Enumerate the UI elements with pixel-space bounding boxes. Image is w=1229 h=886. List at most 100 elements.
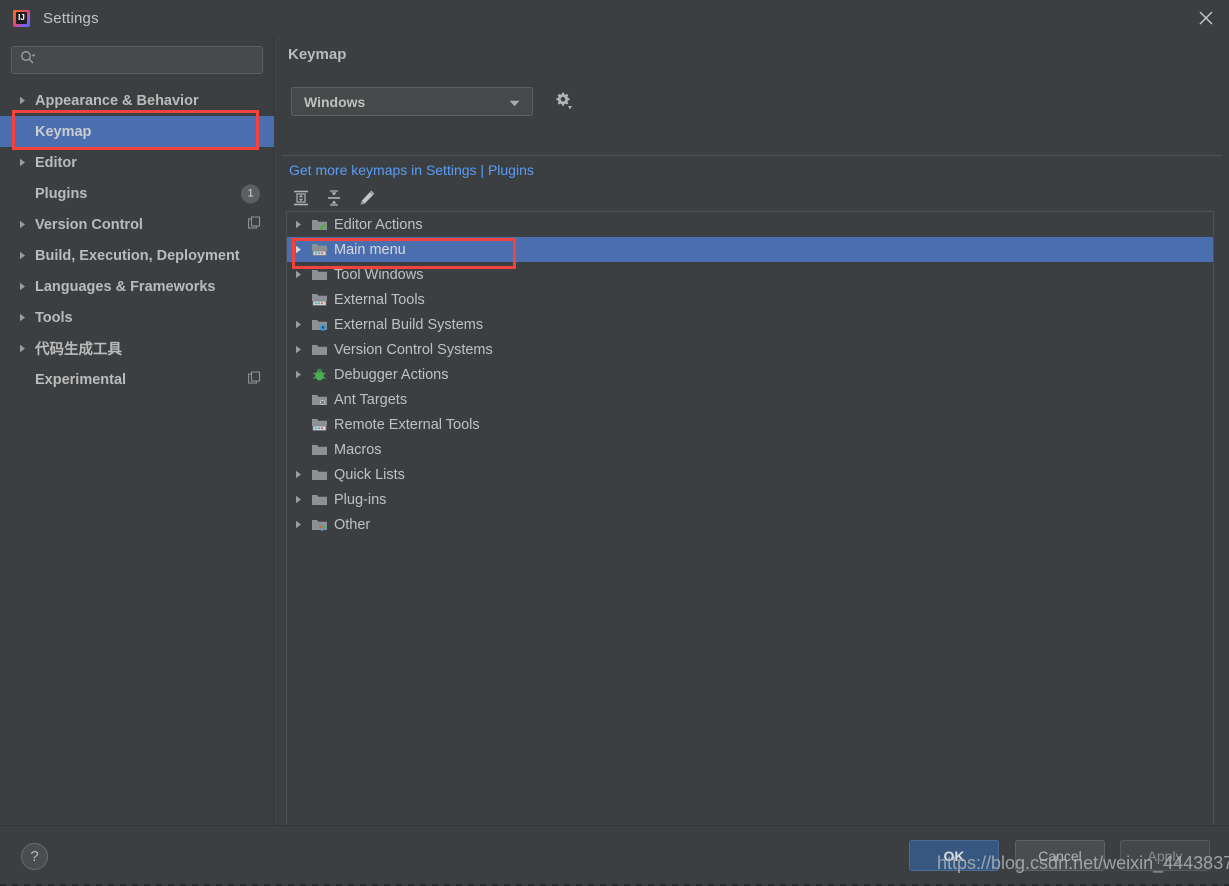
expand-all-icon[interactable] [287, 184, 315, 212]
sidebar-item-label: Editor [35, 154, 77, 171]
tree-row[interactable]: Plug-ins [287, 487, 1213, 512]
search-icon [20, 50, 36, 70]
tree-row-label: External Build Systems [334, 316, 484, 333]
tree-row[interactable]: Macros [287, 437, 1213, 462]
sidebar-item-appearance-behavior[interactable]: Appearance & Behavior [0, 85, 274, 116]
sidebar-item-editor[interactable]: Editor [0, 147, 274, 178]
watermark-text: https://blog.csdn.net/weixin_44438374 [937, 853, 1229, 873]
folder-icon [309, 467, 329, 482]
sidebar-item-label: 代码生成工具 [35, 342, 122, 358]
folder-icon [309, 442, 329, 457]
sidebar-item-version-control[interactable]: Version Control [0, 209, 274, 240]
chevron-right-icon[interactable] [18, 313, 32, 322]
sidebar-item-plugins[interactable]: Plugins 1 [0, 178, 274, 209]
tree-row[interactable]: Remote External Tools [287, 412, 1213, 437]
tree-row[interactable]: Debugger Actions [287, 362, 1213, 387]
chevron-right-icon[interactable] [18, 282, 32, 291]
folder-ant-icon [309, 392, 329, 407]
sidebar-item-label: Tools [35, 309, 73, 326]
keymap-settings-panel: Keymap Windows Get more keymaps in Setti… [274, 36, 1229, 837]
chevron-right-icon[interactable] [287, 320, 309, 329]
folder-tools-icon [309, 292, 329, 307]
tree-row-label: Quick Lists [334, 466, 405, 483]
chevron-right-icon[interactable] [18, 251, 32, 260]
sidebar-search-input[interactable] [39, 51, 262, 69]
sidebar-item-label: Build, Execution, Deployment [35, 247, 240, 264]
help-button[interactable]: ? [21, 843, 48, 870]
chevron-right-icon[interactable] [287, 470, 309, 479]
keymap-select-value: Windows [304, 93, 366, 110]
copy-icon [247, 215, 261, 233]
tree-row-label: Macros [334, 441, 382, 458]
keymap-select[interactable]: Windows [291, 87, 533, 116]
intellij-idea-icon: IJ [11, 8, 31, 28]
folder-menu-icon [309, 242, 329, 257]
chevron-right-icon[interactable] [287, 245, 309, 254]
title-bar: IJ Settings [0, 0, 1229, 36]
folder-tools-icon [309, 417, 329, 432]
folder-icon [309, 267, 329, 282]
folder-icon [309, 342, 329, 357]
copy-icon [247, 370, 261, 388]
tree-row-label: Ant Targets [334, 391, 408, 408]
sidebar-item-list: Appearance & Behavior Keymap Editor Plug… [0, 85, 274, 395]
page-title: Keymap [288, 46, 347, 63]
sidebar-item-label: Appearance & Behavior [35, 92, 199, 109]
tree-row-label: Main menu [334, 241, 406, 258]
chevron-right-icon[interactable] [287, 345, 309, 354]
tree-row[interactable]: Other [287, 512, 1213, 537]
chevron-right-icon[interactable] [287, 220, 309, 229]
tree-row-label: Editor Actions [334, 216, 423, 233]
tree-row-label: Version Control Systems [334, 341, 493, 358]
chevron-right-icon[interactable] [18, 158, 32, 167]
sidebar-item-label: Version Control [35, 216, 143, 233]
chevron-down-icon[interactable] [509, 94, 520, 110]
tree-row[interactable]: Tool Windows [287, 262, 1213, 287]
tree-row[interactable]: External Tools [287, 287, 1213, 312]
chevron-right-icon[interactable] [287, 495, 309, 504]
sidebar-search-box[interactable] [11, 46, 263, 74]
tree-row-label: Debugger Actions [334, 366, 449, 383]
tree-row[interactable]: External Build Systems [287, 312, 1213, 337]
sidebar-item-languages-frameworks[interactable]: Languages & Frameworks [0, 271, 274, 302]
folder-other-icon [309, 517, 329, 532]
sidebar-item-label: Plugins [35, 185, 88, 202]
sidebar-item-label: Languages & Frameworks [35, 278, 216, 295]
sidebar-item-tools[interactable]: Tools [0, 302, 274, 333]
sidebar-item-label: Experimental [35, 371, 127, 388]
folder-editor-icon [309, 217, 329, 232]
chevron-right-icon[interactable] [18, 220, 32, 229]
tree-row-label: Remote External Tools [334, 416, 480, 433]
tree-row-label: External Tools [334, 291, 425, 308]
tree-row-label: Tool Windows [334, 266, 424, 283]
sidebar-item-code-generation-tools[interactable]: 代码生成工具 [0, 333, 274, 364]
tree-row[interactable]: Main menu [287, 237, 1213, 262]
sidebar-item-keymap[interactable]: Keymap [0, 116, 274, 147]
edit-pencil-icon[interactable] [353, 184, 381, 212]
settings-dialog: IJ Settings Appearance & Behavior Keymap [0, 0, 1229, 886]
tree-row-label: Plug-ins [334, 491, 387, 508]
close-icon[interactable] [1183, 0, 1229, 36]
collapse-all-icon[interactable] [320, 184, 348, 212]
plugins-update-badge: 1 [241, 184, 260, 203]
chevron-right-icon[interactable] [287, 520, 309, 529]
tree-row[interactable]: Quick Lists [287, 462, 1213, 487]
window-title: Settings [43, 9, 99, 27]
sidebar-item-build-execution-deployment[interactable]: Build, Execution, Deployment [0, 240, 274, 271]
tree-row[interactable]: Editor Actions [287, 212, 1213, 237]
folder-build-icon [309, 317, 329, 332]
keymap-settings-gear-button[interactable] [551, 89, 575, 113]
chevron-right-icon[interactable] [18, 96, 32, 105]
chevron-right-icon[interactable] [18, 344, 32, 353]
divider [282, 155, 1222, 156]
tree-row[interactable]: Version Control Systems [287, 337, 1213, 362]
chevron-right-icon[interactable] [287, 370, 309, 379]
tree-row[interactable]: Ant Targets [287, 387, 1213, 412]
sidebar-item-experimental[interactable]: Experimental [0, 364, 274, 395]
settings-sidebar: Appearance & Behavior Keymap Editor Plug… [0, 36, 274, 825]
sidebar-item-label: Keymap [35, 123, 92, 140]
bug-icon [309, 367, 329, 382]
tree-row-label: Other [334, 516, 371, 533]
keymap-actions-tree[interactable]: Editor Actions Main menu Tool Windows Ex… [286, 211, 1214, 837]
chevron-right-icon[interactable] [287, 270, 309, 279]
